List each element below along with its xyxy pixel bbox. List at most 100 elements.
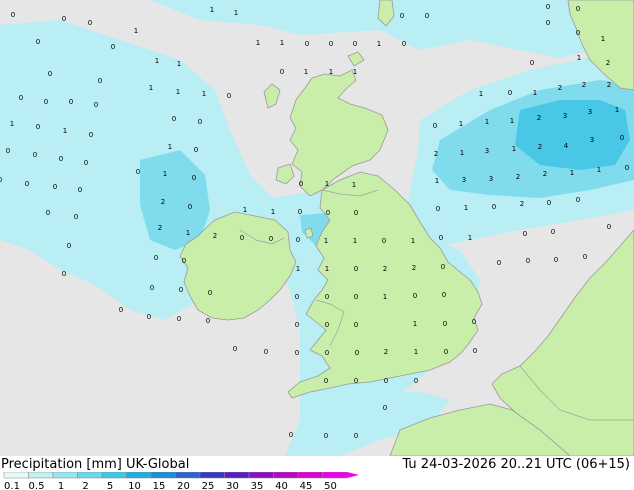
precip-value-84: 2: [161, 198, 165, 206]
legend-tick-10: 35: [251, 481, 264, 490]
precip-value-55: 0: [59, 155, 63, 163]
legend-box-7: [175, 472, 201, 479]
precip-value-43: 1: [63, 127, 67, 135]
precip-value-94: 2: [516, 173, 520, 181]
precip-value-34: 0: [530, 59, 534, 67]
precip-value-121: 1: [411, 237, 415, 245]
legend-box-6: [150, 472, 176, 479]
precip-value-58: 0: [194, 146, 198, 154]
precip-value-29: 0: [227, 92, 231, 100]
precip-value-74: 2: [434, 150, 438, 158]
precip-value-42: 0: [36, 123, 40, 131]
precip-value-137: 0: [497, 259, 501, 267]
legend-tick-5: 10: [128, 481, 141, 490]
legend-tick-1: 0.5: [29, 481, 45, 490]
precip-value-154: 0: [354, 321, 358, 329]
precip-value-172: 0: [289, 431, 293, 439]
precip-value-164: 0: [473, 347, 477, 355]
precip-value-104: 0: [269, 235, 273, 243]
precip-value-53: 0: [6, 147, 10, 155]
precip-value-80: 3: [590, 136, 594, 144]
precip-value-92: 3: [462, 176, 466, 184]
precip-value-155: 1: [413, 320, 417, 328]
precip-value-86: 1: [243, 206, 247, 214]
precip-value-89: 1: [325, 180, 329, 188]
precip-value-126: 0: [607, 223, 611, 231]
precip-value-68: 0: [25, 180, 29, 188]
precip-value-17: 0: [329, 40, 333, 48]
precip-value-122: 0: [439, 234, 443, 242]
precip-value-87: 1: [271, 208, 275, 216]
precip-value-49: 1: [533, 89, 537, 97]
precip-value-15: 1: [280, 39, 284, 47]
precip-value-151: 0: [264, 348, 268, 356]
precip-value-18: 0: [353, 40, 357, 48]
precip-value-78: 2: [538, 143, 542, 151]
precip-value-81: 0: [620, 134, 624, 142]
precip-value-150: 0: [233, 345, 237, 353]
precip-value-47: 1: [479, 90, 483, 98]
precip-value-56: 0: [84, 159, 88, 167]
precip-value-63: 2: [537, 114, 541, 122]
legend-box-9: [224, 472, 250, 479]
legend-tick-11: 40: [275, 481, 288, 490]
precip-value-128: 0: [150, 284, 154, 292]
precip-value-93: 3: [489, 175, 493, 183]
precip-value-152: 0: [295, 321, 299, 329]
precip-value-171: 0: [354, 432, 358, 440]
precip-value-96: 1: [570, 169, 574, 177]
precip-value-107: 0: [354, 209, 358, 217]
legend-box-0: [3, 472, 29, 479]
precip-value-44: 0: [89, 131, 93, 139]
precip-value-32: 1: [329, 68, 333, 76]
precip-value-142: 0: [177, 315, 181, 323]
precip-value-108: 0: [436, 205, 440, 213]
precip-value-156: 0: [443, 320, 447, 328]
precip-value-61: 1: [485, 118, 489, 126]
precip-value-127: 0: [119, 306, 123, 314]
precip-value-3: 1: [210, 6, 214, 14]
legend-box-8: [199, 472, 225, 479]
legend-overflow-arrow: [347, 472, 359, 478]
precip-value-133: 0: [354, 265, 358, 273]
map-title: Precipitation [mm] UK-Global: [1, 457, 189, 472]
precip-value-37: 0: [19, 94, 23, 102]
precip-value-130: 0: [208, 289, 212, 297]
precip-value-2: 0: [88, 19, 92, 27]
precip-value-19: 1: [377, 40, 381, 48]
precip-value-51: 2: [582, 81, 586, 89]
precip-value-163: 0: [444, 348, 448, 356]
precip-value-39: 0: [69, 98, 73, 106]
precip-value-113: 0: [576, 196, 580, 204]
precip-value-60: 1: [459, 120, 463, 128]
legend-tick-13: 50: [324, 481, 337, 490]
precip-value-67: 0: [0, 176, 2, 184]
precip-value-85: 0: [188, 203, 192, 211]
precip-value-70: 0: [78, 186, 82, 194]
precip-value-30: 0: [280, 68, 284, 76]
precip-value-82: 0: [46, 209, 50, 217]
precip-value-0: 0: [11, 11, 15, 19]
precip-value-106: 0: [326, 209, 330, 217]
precip-value-6: 0: [425, 12, 429, 20]
precip-value-23: 1: [601, 35, 605, 43]
precip-value-79: 4: [564, 142, 569, 150]
legend-color-boxes: [3, 472, 359, 479]
precip-value-105: 0: [298, 208, 302, 216]
product-label: Precipitation [mm]: [1, 457, 122, 472]
precip-value-160: 0: [355, 349, 359, 357]
precip-value-64: 3: [563, 112, 567, 120]
precip-value-28: 1: [202, 90, 206, 98]
legend-tick-2: 1: [58, 481, 64, 490]
precip-value-62: 1: [510, 117, 514, 125]
precip-value-41: 1: [10, 120, 14, 128]
precip-value-66: 1: [615, 106, 619, 114]
precip-value-95: 2: [543, 170, 547, 178]
precip-value-24: 0: [48, 70, 52, 78]
precip-value-148: 0: [413, 292, 417, 300]
legend-box-5: [126, 472, 152, 479]
valid-time: Tu 24-03-2026 20..21 UTC (06+15): [402, 457, 630, 472]
precip-value-71: 0: [136, 168, 140, 176]
precip-value-112: 0: [547, 199, 551, 207]
precip-value-38: 0: [44, 98, 48, 106]
